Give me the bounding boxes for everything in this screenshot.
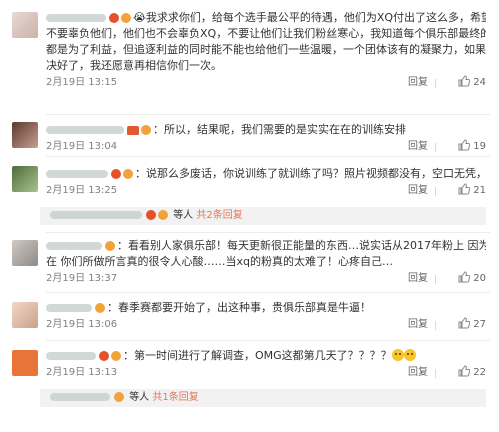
member-badge-icon <box>109 13 119 23</box>
comment-divider <box>46 232 490 233</box>
level-badge-icon <box>111 351 121 361</box>
avatar[interactable] <box>12 166 38 192</box>
thumbs-up-icon <box>458 75 471 87</box>
comment-time: 2月19日 13:37 <box>46 273 118 284</box>
avatar[interactable] <box>12 350 38 376</box>
avatar[interactable] <box>12 302 38 328</box>
thumbs-up-icon <box>458 139 471 151</box>
smile-emoji-icon <box>391 349 404 361</box>
comment-time: 2月19日 13:25 <box>46 185 118 196</box>
member-badge-icon <box>111 169 121 179</box>
comment-text: ：第一时间进行了解调查，OMG这都第几天了？？？？ <box>46 348 486 364</box>
comment-time: 2月19日 13:06 <box>46 319 118 330</box>
level-badge-icon <box>114 392 124 402</box>
level-badge-icon <box>123 169 133 179</box>
username[interactable] <box>46 304 92 312</box>
comment-text: ：春季赛都要开始了，出这种事，贵俱乐部真是牛逼！ <box>46 300 486 316</box>
reply-usernames <box>50 393 110 401</box>
more-replies-prefix: 等人 <box>173 210 194 221</box>
comment-text: ：说那么多废话，你说训练了就训练了吗？照片视频都没有，空口无凭，谁都会 <box>46 166 486 182</box>
reply-button[interactable]: 回复 <box>408 364 428 382</box>
divider <box>435 79 436 88</box>
level-badge-icon <box>158 210 168 220</box>
level-badge-icon <box>141 125 151 135</box>
reply-button[interactable]: 回复 <box>408 182 428 200</box>
comment-text-line: 都是为了利益，但追逐利益的同时能不能也给他们一些温暖，一个团体该有的凝聚力，如果… <box>46 43 486 56</box>
username[interactable] <box>46 242 102 250</box>
like-button[interactable]: 24 <box>440 74 486 92</box>
username[interactable] <box>46 14 106 22</box>
divider <box>435 143 436 152</box>
divider <box>435 321 436 330</box>
member-badge-icon <box>146 210 156 220</box>
divider <box>435 187 436 196</box>
avatar[interactable] <box>12 12 38 38</box>
more-replies-link[interactable]: 共2条回复 <box>196 210 242 221</box>
thumbs-up-icon <box>458 271 471 283</box>
thumbs-up-icon <box>458 317 471 329</box>
avatar[interactable] <box>12 122 38 148</box>
thumbs-up-icon <box>458 183 471 195</box>
more-replies-bar[interactable]: 等人 共2条回复 <box>40 207 486 225</box>
comment-time: 2月19日 13:15 <box>46 77 118 88</box>
reply-button[interactable]: 回复 <box>408 74 428 92</box>
more-replies-link[interactable]: 共1条回复 <box>152 392 198 403</box>
username[interactable] <box>46 352 96 360</box>
comment-time: 2月19日 13:13 <box>46 367 118 378</box>
reply-usernames <box>50 211 142 219</box>
thumbs-up-icon <box>458 365 471 377</box>
comment-divider <box>46 114 490 115</box>
comment-divider <box>46 340 490 341</box>
comment-divider <box>46 156 490 157</box>
divider <box>435 275 436 284</box>
like-button[interactable]: 20 <box>440 270 486 288</box>
divider <box>435 369 436 378</box>
like-button[interactable]: 19 <box>440 138 486 156</box>
comment-text: ：所以，结果呢，我们需要的是实实在在的训练安排 <box>46 122 486 138</box>
comment-text-line: 决好了，我还愿意再相信你们一次。 <box>46 59 222 72</box>
reply-button[interactable]: 回复 <box>408 138 428 156</box>
avatar[interactable] <box>12 240 38 266</box>
comment-feed: 😭我求求你们，给每个选手最公平的待遇，他们为XQ付出了这么多，希望 不要辜负他们… <box>6 6 490 416</box>
like-button[interactable]: 22 <box>440 364 486 382</box>
member-badge-icon <box>99 351 109 361</box>
comment-text-line: 在 你们所做所言真的很令人心酸……当xq的粉真的太难了！心疼自己… <box>46 255 393 268</box>
more-replies-bar[interactable]: 等人 共1条回复 <box>40 389 486 407</box>
more-replies-prefix: 等人 <box>129 392 150 403</box>
vip-hat-icon <box>127 125 139 135</box>
comment-time: 2月19日 13:04 <box>46 141 118 152</box>
level-badge-icon <box>105 241 115 251</box>
reply-button[interactable]: 回复 <box>408 270 428 288</box>
username[interactable] <box>46 170 108 178</box>
like-button[interactable]: 21 <box>440 182 486 200</box>
reply-button[interactable]: 回复 <box>408 316 428 334</box>
comment-divider <box>46 292 490 293</box>
like-button[interactable]: 27 <box>440 316 486 334</box>
comment-text: 😭我求求你们，给每个选手最公平的待遇，他们为XQ付出了这么多，希望 <box>46 10 486 26</box>
smile-emoji-icon <box>403 349 416 361</box>
username[interactable] <box>46 126 124 134</box>
comment-text: ：看看别人家俱乐部！每天更新很正能量的东西…说实话从2017年粉上 因为at 到… <box>46 238 486 254</box>
level-badge-icon <box>95 303 105 313</box>
level-badge-icon <box>121 13 131 23</box>
comment-text-line: 不要辜负他们，他们也不会辜负XQ，不要让他们让我们粉丝寒心，我知道每个俱乐部最终… <box>46 27 486 40</box>
